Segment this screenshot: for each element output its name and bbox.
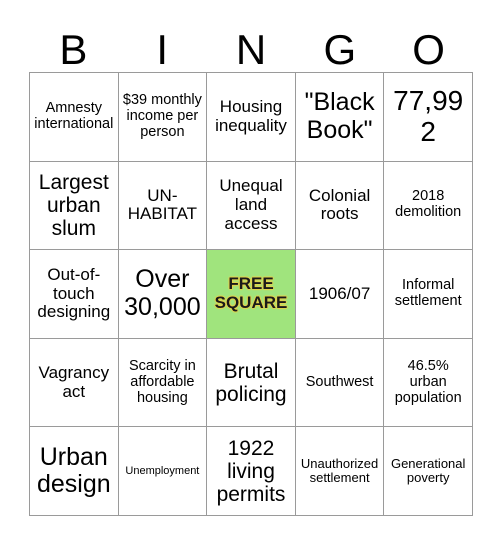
bingo-cell[interactable]: Colonial roots <box>295 161 385 251</box>
header-letter-i: I <box>156 26 169 73</box>
bingo-cell[interactable]: 1906/07 <box>295 250 385 339</box>
header-letter-g: G <box>323 26 357 73</box>
bingo-cell-label: Amnesty international <box>34 99 114 132</box>
bingo-cell[interactable]: UN-HABITAT <box>118 161 208 251</box>
bingo-cell-label: $39 monthly income per person <box>122 91 202 140</box>
bingo-cell[interactable]: Informal settlement <box>384 250 473 339</box>
header-letter-o: O <box>412 26 445 73</box>
bingo-header: B I N G O <box>29 16 473 72</box>
bingo-cell-label: 77,992 <box>393 85 464 147</box>
bingo-cell[interactable]: 2018 demolition <box>384 161 473 251</box>
bingo-cell[interactable]: Unequal land access <box>207 161 296 251</box>
bingo-cell[interactable]: Unauthorized settlement <box>295 427 385 516</box>
bingo-cell-label: Colonial roots <box>308 185 371 224</box>
bingo-cell[interactable]: 46.5% urban population <box>384 338 473 428</box>
bingo-cell[interactable]: $39 monthly income per person <box>118 73 208 162</box>
header-letter-n: N <box>235 26 267 73</box>
bingo-cell-label: 2018 demolition <box>395 188 462 221</box>
bingo-cell-label: Unauthorized settlement <box>300 455 379 486</box>
bingo-cell[interactable]: Over 30,000 <box>118 250 208 339</box>
bingo-card: B I N G O Amnesty international $39 month… <box>0 0 500 544</box>
bingo-cell-label: Unequal land access <box>219 176 283 233</box>
bingo-cell-label: Housing inequality <box>215 97 287 135</box>
bingo-cell[interactable]: Vagrancy act <box>30 338 119 428</box>
bingo-cell[interactable]: Largest urban slum <box>30 161 119 251</box>
bingo-cell-label: Vagrancy act <box>38 362 110 401</box>
bingo-cell[interactable]: Unemployment <box>118 427 208 516</box>
bingo-grid: Amnesty international $39 monthly income … <box>29 72 473 516</box>
bingo-cell[interactable]: Brutal policing <box>207 338 296 428</box>
bingo-cell-label: Largest urban slum <box>38 170 109 240</box>
bingo-cell-label: 1906/07 <box>308 283 371 303</box>
bingo-cell[interactable]: Southwest <box>295 338 385 428</box>
bingo-cell-label: Scarcity in affordable housing <box>128 357 196 406</box>
bingo-cell-label: Southwest <box>305 373 374 390</box>
bingo-cell-label: "Black Book" <box>304 88 375 144</box>
bingo-cell-label: Informal settlement <box>394 277 462 309</box>
bingo-cell-label: Generational poverty <box>390 455 466 486</box>
bingo-cell[interactable]: Urban design <box>30 427 119 516</box>
header-letter-b: B <box>59 26 88 73</box>
bingo-cell-label: Out-of-touch designing <box>37 264 111 322</box>
bingo-cell-label: FREE SQUARE <box>214 274 288 312</box>
bingo-cell[interactable]: Generational poverty <box>384 427 473 516</box>
bingo-cell[interactable]: Amnesty international <box>30 73 119 162</box>
bingo-cell-label: Urban design <box>36 442 111 499</box>
bingo-cell[interactable]: Scarcity in affordable housing <box>118 338 208 428</box>
bingo-cell[interactable]: "Black Book" <box>295 73 385 162</box>
bingo-cell-label: Brutal policing <box>215 359 287 406</box>
bingo-cell[interactable]: 1922 living permits <box>207 427 296 516</box>
bingo-cell-label: Over 30,000 <box>124 265 201 321</box>
bingo-cell-free-square[interactable]: FREE SQUARE <box>207 250 296 339</box>
bingo-cell[interactable]: 77,992 <box>384 73 473 162</box>
bingo-cell-label: Unemployment <box>125 465 200 478</box>
bingo-cell-label: 1922 living permits <box>216 436 286 506</box>
bingo-cell-label: 46.5% urban population <box>394 357 462 406</box>
bingo-cell[interactable]: Out-of-touch designing <box>30 250 119 339</box>
bingo-cell-label: UN-HABITAT <box>127 185 198 224</box>
bingo-cell[interactable]: Housing inequality <box>207 73 296 162</box>
